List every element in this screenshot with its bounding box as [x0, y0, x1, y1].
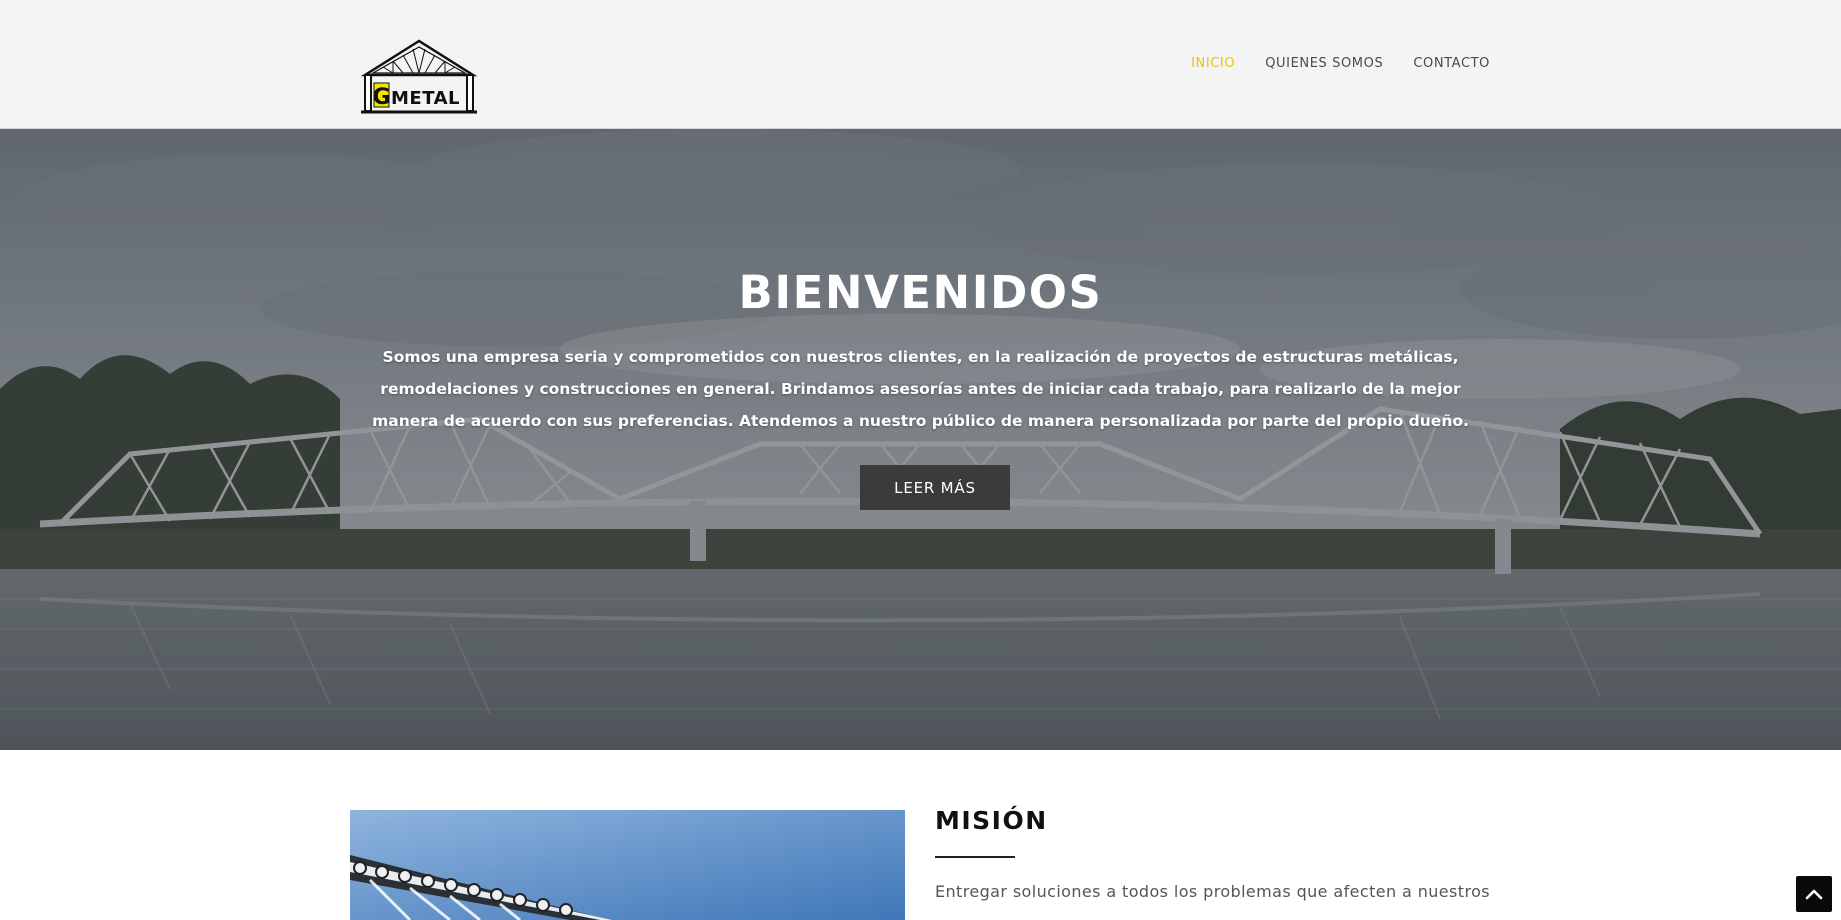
mision-divider [935, 856, 1015, 858]
nav-item-inicio[interactable]: INICIO [1191, 56, 1235, 71]
main-nav: INICIO QUIENES SOMOS CONTACTO [1191, 56, 1490, 71]
svg-text:G: G [372, 85, 390, 110]
hero-title: BIENVENIDOS [738, 266, 1103, 319]
svg-text:METAL: METAL [391, 88, 460, 109]
back-to-top-button[interactable] [1795, 875, 1833, 913]
mision-text: Entregar soluciones a todos los problema… [935, 882, 1490, 901]
mision-title: MISIÓN [935, 806, 1048, 835]
leer-mas-button[interactable]: LEER MÁS [860, 465, 1010, 510]
metal-structure-image [350, 810, 905, 920]
mision-image [350, 810, 905, 920]
logo-icon: G METAL [360, 39, 478, 114]
hero-section: BIENVENIDOS Somos una empresa seria y co… [0, 129, 1841, 750]
site-header: G METAL INICIO QUIENES SOMOS CONTACTO [0, 0, 1841, 129]
hero-description: Somos una empresa seria y comprometidos … [372, 348, 1469, 430]
hero-overlay [0, 129, 1841, 750]
nav-item-quienes-somos[interactable]: QUIENES SOMOS [1265, 56, 1383, 71]
nav-item-contacto[interactable]: CONTACTO [1413, 56, 1490, 71]
gmetal-logo[interactable]: G METAL [359, 39, 479, 116]
chevron-up-icon [1805, 889, 1823, 900]
